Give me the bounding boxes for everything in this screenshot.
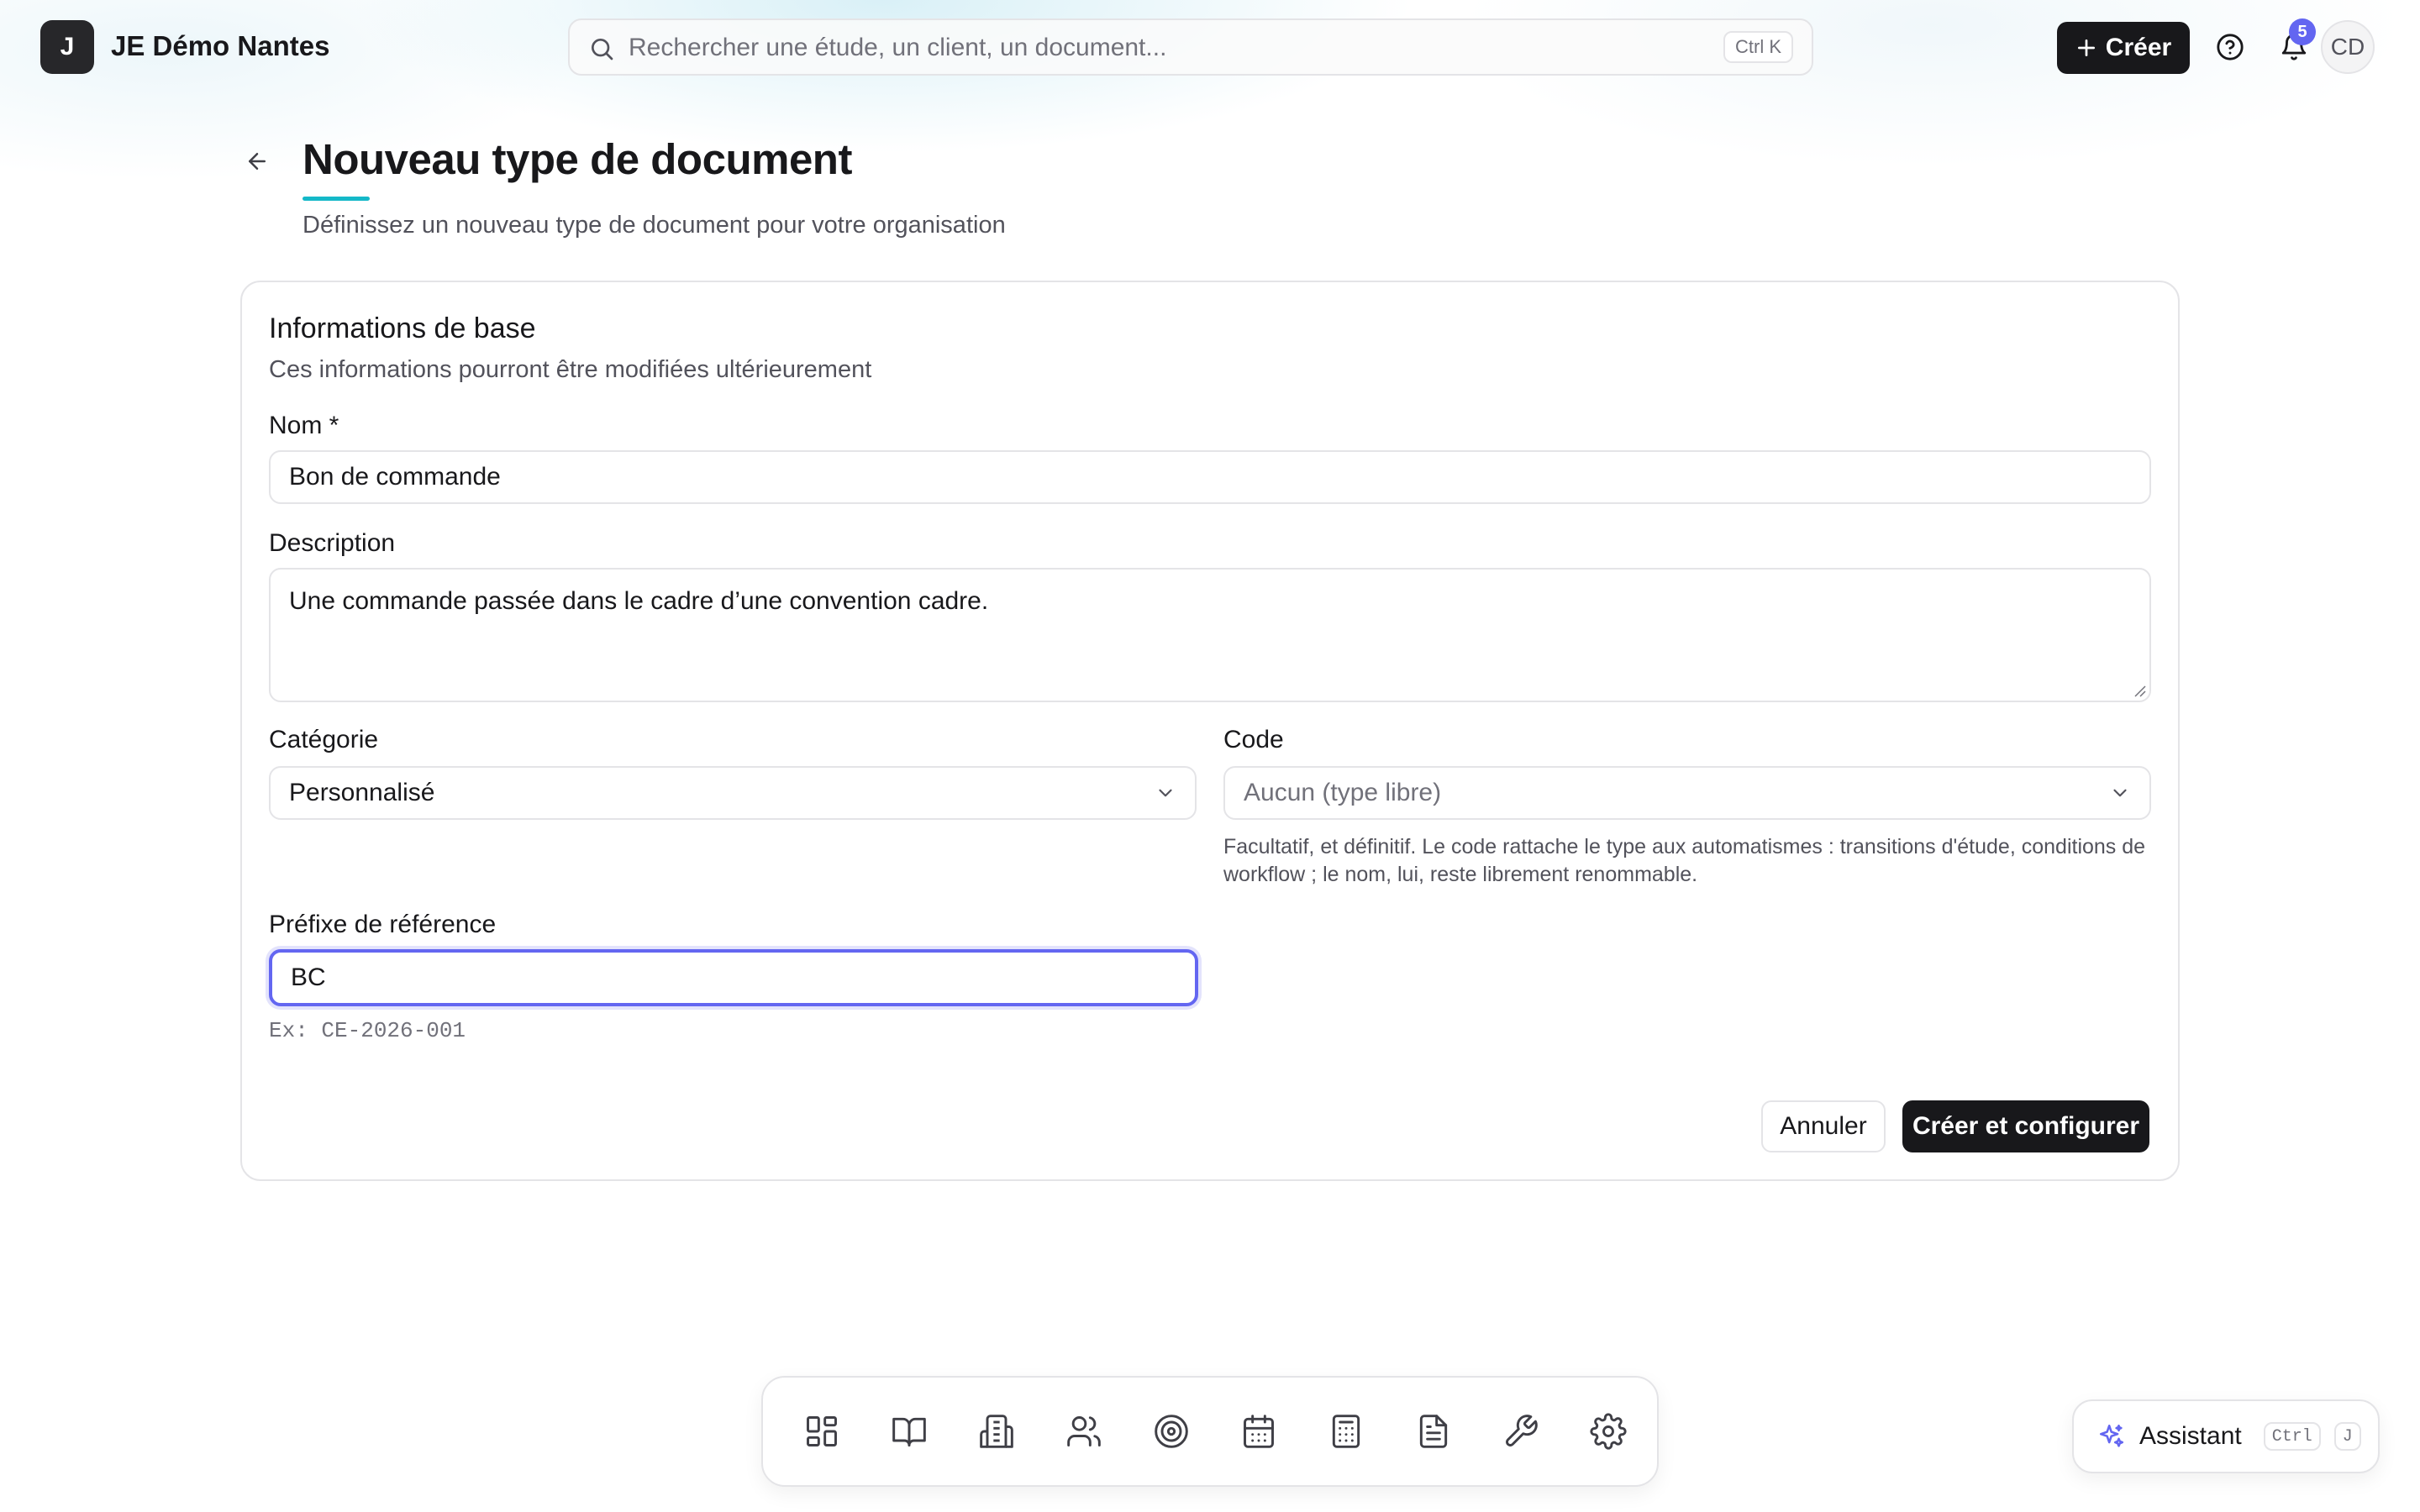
gear-icon bbox=[1590, 1413, 1627, 1450]
bottom-dock bbox=[761, 1376, 1659, 1487]
calendar-icon bbox=[1244, 1415, 1274, 1448]
book-icon bbox=[892, 1417, 926, 1446]
code-select[interactable]: Aucun (type libre) bbox=[1223, 766, 2151, 820]
section-title: Informations de base bbox=[269, 312, 536, 344]
assistant-shortcut-j: J bbox=[2333, 1422, 2361, 1451]
global-search[interactable]: Ctrl K bbox=[568, 18, 1813, 76]
page-title: Nouveau type de document bbox=[302, 135, 852, 183]
prefix-help-text: Ex: CE-2026-001 bbox=[269, 1018, 466, 1043]
org-logo[interactable]: J bbox=[40, 20, 94, 74]
dock-item-documents[interactable] bbox=[1403, 1401, 1464, 1462]
create-and-configure-button[interactable]: Créer et configurer bbox=[1902, 1100, 2149, 1152]
title-accent-underline bbox=[302, 197, 370, 201]
assistant-shortcut-ctrl: Ctrl bbox=[2263, 1422, 2321, 1451]
back-button[interactable] bbox=[240, 144, 274, 178]
resize-handle-icon[interactable] bbox=[2133, 684, 2146, 697]
top-bar: J JE Démo Nantes Ctrl K Créer 5 CD bbox=[0, 0, 2420, 94]
dock-item-calculator[interactable] bbox=[1316, 1401, 1376, 1462]
assistant-button[interactable]: Assistant Ctrl J bbox=[2072, 1399, 2380, 1473]
dock-item-tools[interactable] bbox=[1491, 1401, 1551, 1462]
name-label: Nom * bbox=[269, 412, 339, 439]
calculator-icon bbox=[1332, 1415, 1360, 1448]
name-input[interactable] bbox=[269, 450, 2151, 504]
dock-item-book[interactable] bbox=[879, 1401, 939, 1462]
prefix-label: Préfixe de référence bbox=[269, 911, 497, 938]
reference-prefix-input[interactable] bbox=[269, 949, 1198, 1006]
users-icon bbox=[1067, 1416, 1101, 1446]
dock-item-dashboard[interactable] bbox=[792, 1401, 852, 1462]
dock-item-calendar[interactable] bbox=[1228, 1401, 1289, 1462]
notification-badge: 5 bbox=[2289, 18, 2316, 45]
wrench-icon bbox=[1506, 1415, 1538, 1446]
dock-item-settings[interactable] bbox=[1578, 1401, 1639, 1462]
description-textarea[interactable]: Une commande passée dans le cadre d’une … bbox=[269, 568, 2151, 702]
target-icon bbox=[1155, 1415, 1188, 1448]
form-card bbox=[240, 281, 2180, 1181]
category-selected-value: Personnalisé bbox=[289, 779, 435, 806]
help-button[interactable] bbox=[2210, 27, 2250, 67]
dock-item-users[interactable] bbox=[1054, 1401, 1114, 1462]
plus-icon bbox=[2077, 39, 2095, 57]
document-icon bbox=[1419, 1415, 1448, 1448]
category-label: Catégorie bbox=[269, 726, 379, 753]
chevron-down-icon bbox=[2113, 789, 2127, 797]
org-name[interactable]: JE Démo Nantes bbox=[111, 30, 329, 62]
dashboard-icon bbox=[807, 1416, 837, 1446]
create-button-label: Créer bbox=[2105, 34, 2172, 61]
cancel-button[interactable]: Annuler bbox=[1761, 1100, 1886, 1152]
chevron-down-icon bbox=[1159, 789, 1172, 797]
dock-item-companies[interactable] bbox=[966, 1401, 1027, 1462]
search-input[interactable] bbox=[629, 29, 1679, 67]
description-label: Description bbox=[269, 529, 396, 557]
building-icon bbox=[980, 1415, 1013, 1448]
dock-item-goals[interactable] bbox=[1141, 1401, 1202, 1462]
logo-letter: J bbox=[60, 33, 75, 60]
help-icon bbox=[2217, 34, 2244, 60]
sparkles-icon bbox=[2099, 1424, 2124, 1447]
create-button[interactable]: Créer bbox=[2057, 22, 2190, 74]
section-description: Ces informations pourront être modifiées… bbox=[269, 356, 872, 383]
avatar[interactable]: CD bbox=[2321, 20, 2375, 74]
assistant-label: Assistant bbox=[2139, 1422, 2242, 1450]
code-help-text: Facultatif, et définitif. Le code rattac… bbox=[1223, 835, 2146, 886]
search-icon bbox=[592, 39, 613, 60]
category-select[interactable]: Personnalisé bbox=[269, 766, 1197, 820]
page-subtitle: Définissez un nouveau type de document p… bbox=[302, 212, 1006, 239]
search-shortcut-hint: Ctrl K bbox=[1723, 31, 1793, 63]
arrow-left-icon bbox=[249, 153, 266, 170]
code-select-placeholder: Aucun (type libre) bbox=[1244, 779, 1442, 806]
code-label: Code bbox=[1223, 726, 1284, 753]
